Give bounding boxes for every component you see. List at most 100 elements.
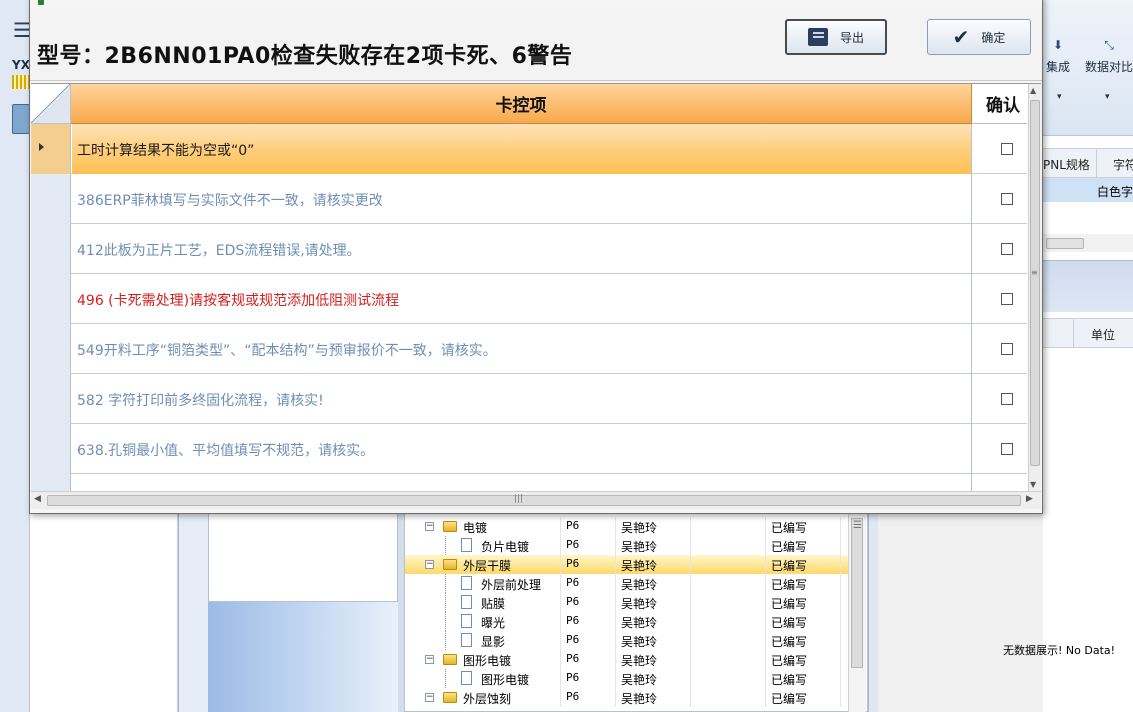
confirm-column-header[interactable]: 确认 [972,84,1027,124]
vscroll-grip-icon: ≡ [1031,268,1038,277]
spec-grid-hscroll-thumb[interactable] [1046,238,1084,249]
scroll-left-icon[interactable]: ◀ [34,494,41,504]
spec-grid-selected-row[interactable]: 白色字 [1043,178,1133,202]
tree-connector [445,536,446,555]
table-row[interactable]: 412此板为正片工艺，EDS流程错误,请处理。 [31,224,1027,274]
confirm-checkbox[interactable] [1001,343,1013,355]
row-header[interactable] [31,274,71,324]
table-row[interactable]: 386ERP菲林填写与实际文件不一致，请核实更改 [31,174,1027,224]
row-header[interactable] [31,174,71,224]
row-header[interactable] [31,224,71,274]
cell-divider [560,612,561,631]
right-splitter[interactable] [868,510,878,712]
app-logo-icon [12,75,30,89]
cell-divider [765,574,766,593]
cell-divider [765,612,766,631]
list-item[interactable]: − 电镀 P6 吴艳玲 已编写 [405,517,851,536]
confirm-checkbox[interactable] [1001,143,1013,155]
compare-button[interactable]: ⤡ 数据对比 [1085,38,1133,75]
cell-divider [615,650,616,669]
scroll-up-icon[interactable]: ▲ [1030,86,1036,95]
collapse-icon[interactable]: − [425,693,434,702]
middle-panel-list [208,512,398,602]
export-label: 导出 [839,30,864,45]
cell-divider [765,650,766,669]
process-name: 显影 [481,635,506,649]
process-code: P6 [566,595,580,608]
export-button[interactable]: 导出 [785,19,887,55]
process-owner: 吴艳玲 [621,673,658,687]
compare-dropdown-icon[interactable]: ▾ [1105,92,1110,102]
list-item[interactable]: − 图形电镀 P6 吴艳玲 已编写 [405,650,851,669]
scroll-right-icon[interactable]: ▶ [1026,494,1033,504]
scroll-down-icon[interactable]: ▼ [1030,480,1036,489]
selected-cell: 白色字 [1097,185,1133,199]
calculator-icon[interactable] [12,104,30,134]
table-row[interactable]: 549开料工序“铜箔类型”、“配本结构”与预审报价不一致，请核实。 [31,324,1027,374]
cell-divider [615,517,616,536]
row-header[interactable] [31,124,71,174]
dialog-app-icon [38,0,44,5]
process-code: P6 [566,557,580,570]
row-header[interactable] [31,424,71,474]
table-row[interactable]: 496 (卡死需处理)请按客规或规范添加低阻测试流程 [31,274,1027,324]
list-item[interactable]: 显影 P6 吴艳玲 已编写 [405,631,851,650]
process-name: 贴膜 [481,597,506,611]
grid-vscroll-thumb[interactable] [1030,100,1040,466]
list-item[interactable]: 外层前处理 P6 吴艳玲 已编写 [405,574,851,593]
grid-select-all-corner[interactable] [31,84,71,124]
process-code: P6 [566,690,580,703]
cell-divider [765,536,766,555]
process-owner: 吴艳玲 [621,635,658,649]
process-owner: 吴艳玲 [621,616,658,630]
collapse-icon[interactable]: − [425,522,434,531]
item-column-header[interactable]: 卡控项 [71,84,972,124]
char-header[interactable]: 字符 [1113,156,1133,173]
confirm-checkbox[interactable] [1001,193,1013,205]
grid-hscroll-thumb[interactable] [47,495,1021,506]
table-row[interactable]: 638.孔铜最小值、平均值填写不规范，请核实。 [31,424,1027,474]
collapse-icon[interactable]: − [425,560,434,569]
row-header[interactable] [31,324,71,374]
list-item[interactable]: 曝光 P6 吴艳玲 已编写 [405,612,851,631]
process-status: 已编写 [771,673,808,687]
app-label: YX [12,58,30,72]
list-item[interactable]: 图形电镀 P6 吴艳玲 已编写 [405,669,851,688]
cell-divider [840,517,841,536]
cell-divider [690,631,691,650]
unit-header[interactable]: 单位 [1091,326,1115,343]
row-header[interactable] [31,474,71,491]
list-item[interactable]: 负片电镀 P6 吴艳玲 已编写 [405,536,851,555]
process-owner: 吴艳玲 [621,654,658,668]
tree-connector [445,612,446,631]
cell-divider [840,574,841,593]
confirm-checkbox[interactable] [1001,443,1013,455]
confirm-checkbox[interactable] [1001,293,1013,305]
cell-divider [765,688,766,707]
row-header[interactable] [31,374,71,424]
collapse-icon[interactable]: − [425,655,434,664]
integrate-dropdown-icon[interactable]: ▾ [1057,92,1062,102]
list-item[interactable]: − 外层蚀刻 P6 吴艳玲 已编写 [405,688,851,707]
cell-divider [840,536,841,555]
pnl-spec-header[interactable]: PNL规格 [1043,156,1090,173]
table-row[interactable]: (卡死需处理)此板存在卡死项，请处理! [31,474,1027,491]
process-name: 外层干膜 [463,559,512,573]
confirm-checkbox[interactable] [1001,393,1013,405]
folder-icon [443,654,457,665]
cell-divider [840,612,841,631]
integrate-button[interactable]: ⬇ 集成 [1046,38,1070,75]
checkmark-icon: ✔ [952,25,970,49]
table-row[interactable]: 工时计算结果不能为空或“0” [31,124,1027,174]
header-divider [1096,149,1097,179]
tree-scrollbar-thumb[interactable] [851,518,863,668]
cell-divider [840,593,841,612]
table-row[interactable]: 582 字符打印前多终固化流程，请核实! [31,374,1027,424]
list-item[interactable]: − 外层干膜 P6 吴艳玲 已编写 [405,555,851,574]
list-item[interactable]: 贴膜 P6 吴艳玲 已编写 [405,593,851,612]
confirm-button[interactable]: ✔ 确定 [927,19,1031,55]
book-icon [807,28,828,46]
document-icon [461,576,472,590]
cell-divider [840,669,841,688]
confirm-checkbox[interactable] [1001,243,1013,255]
